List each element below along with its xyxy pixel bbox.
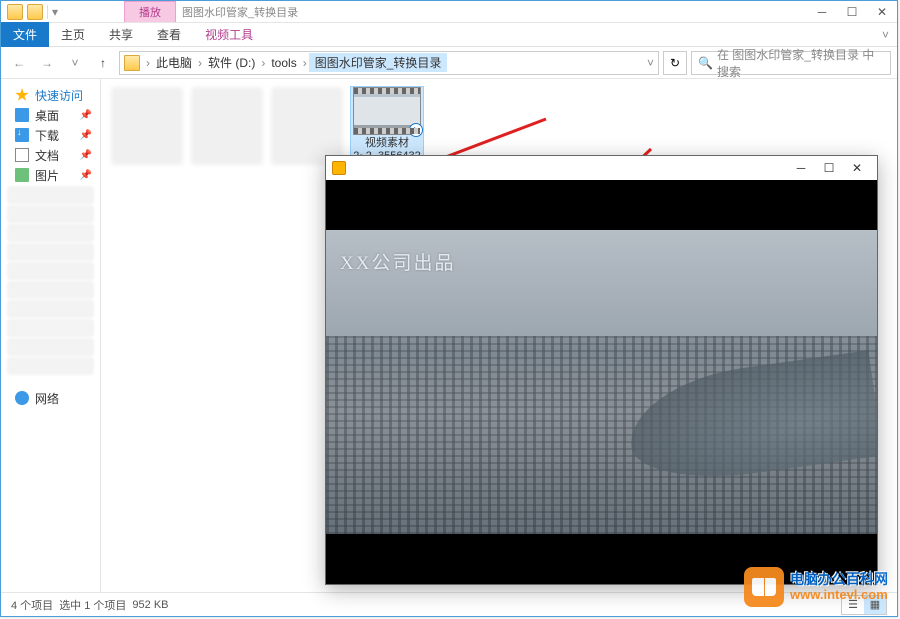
tab-view[interactable]: 查看 (145, 22, 193, 47)
refresh-button[interactable]: ↻ (663, 51, 687, 75)
player-titlebar[interactable]: ─ ☐ ✕ (326, 156, 877, 180)
address-bar-row: ← → ˅ ↑ › 此电脑 › 软件 (D:) › tools › 图图水印管家… (1, 47, 897, 79)
pin-icon: 📌 (80, 170, 92, 181)
tab-video-tools[interactable]: 视频工具 (193, 22, 265, 47)
status-selected: 选中 1 个项目 (59, 597, 126, 613)
quick-access-toolbar: ▾ (1, 4, 64, 20)
maximize-button[interactable]: ☐ (815, 158, 843, 178)
sidebar-label: 文档 (35, 147, 59, 164)
tab-home[interactable]: 主页 (49, 22, 97, 47)
window-title: 图图水印管家_转换目录 (176, 2, 304, 22)
search-placeholder: 在 图图水印管家_转换目录 中搜索 (717, 46, 884, 80)
sidebar-quick-access[interactable]: 快速访问 (1, 85, 100, 105)
breadcrumb-tools[interactable]: tools (267, 56, 300, 70)
desktop-icon (15, 108, 29, 122)
file-tile-blurred[interactable] (271, 87, 343, 165)
video-frame-cityscape (326, 230, 877, 534)
document-icon (15, 148, 29, 162)
sidebar-network[interactable]: 网络 (1, 388, 100, 408)
back-button[interactable]: ← (7, 51, 31, 75)
video-watermark-text: XX公司出品 (340, 248, 455, 275)
sidebar-item-blurred[interactable] (7, 243, 94, 261)
play-context-tab[interactable]: 播放 (124, 1, 176, 22)
forward-button[interactable]: → (35, 51, 59, 75)
pictures-icon (15, 168, 29, 182)
breadcrumb[interactable]: › 此电脑 › 软件 (D:) › tools › 图图水印管家_转换目录 ˅ (119, 51, 659, 75)
sidebar-item-blurred[interactable] (7, 338, 94, 356)
maximize-button[interactable]: ☐ (837, 2, 867, 22)
status-bar: 4 个项目 选中 1 个项目 952 KB ☰ ▦ (1, 592, 897, 616)
sidebar-item-blurred[interactable] (7, 205, 94, 223)
ribbon-expand-icon[interactable]: ˅ (874, 28, 897, 42)
chevron-right-icon[interactable]: › (259, 56, 267, 70)
recent-dropdown-icon[interactable]: ˅ (63, 51, 87, 75)
up-button[interactable]: ↑ (91, 51, 115, 75)
ribbon-tabs: 文件 主页 共享 查看 视频工具 ˅ (1, 23, 897, 47)
player-app-icon (332, 161, 346, 175)
search-icon: 🔍 (698, 56, 713, 70)
breadcrumb-pc[interactable]: 此电脑 (152, 54, 196, 71)
file-tile-blurred[interactable] (191, 87, 263, 165)
network-icon (15, 391, 29, 405)
sidebar-label: 桌面 (35, 107, 59, 124)
minimize-button[interactable]: ─ (787, 158, 815, 178)
thumbnails-view-button[interactable]: ▦ (864, 596, 886, 614)
sidebar-label: 快速访问 (35, 87, 83, 104)
sidebar-item-blurred[interactable] (7, 262, 94, 280)
breadcrumb-current[interactable]: 图图水印管家_转换目录 (309, 53, 448, 72)
folder-icon[interactable] (7, 4, 23, 20)
sidebar-item-blurred[interactable] (7, 357, 94, 375)
window-controls: ─ ☐ ✕ (807, 2, 897, 22)
sidebar-item-blurred[interactable] (7, 319, 94, 337)
sidebar-label: 网络 (35, 390, 59, 407)
search-input[interactable]: 🔍 在 图图水印管家_转换目录 中搜索 (691, 51, 891, 75)
star-icon (15, 88, 29, 102)
pin-icon: 📌 (80, 130, 92, 141)
sidebar-label: 下载 (35, 127, 59, 144)
pin-icon: 📌 (80, 110, 92, 121)
close-button[interactable]: ✕ (843, 158, 871, 178)
sidebar-item-blurred[interactable] (7, 186, 94, 204)
chevron-right-icon[interactable]: › (301, 56, 309, 70)
video-player-window: ─ ☐ ✕ XX公司出品 (325, 155, 878, 585)
status-size: 952 KB (132, 599, 168, 611)
navigation-pane: 快速访问 桌面 📌 下载 📌 文档 📌 图片 📌 (1, 79, 101, 592)
minimize-button[interactable]: ─ (807, 2, 837, 22)
folder-icon (124, 55, 140, 71)
folder-open-icon[interactable] (27, 4, 43, 20)
chevron-right-icon[interactable]: › (144, 56, 152, 70)
sidebar-documents[interactable]: 文档 📌 (1, 145, 100, 165)
video-frame-river (623, 350, 877, 490)
sidebar-item-blurred[interactable] (7, 300, 94, 318)
contextual-tab: 播放 (124, 1, 176, 22)
separator (47, 5, 48, 19)
chevron-right-icon[interactable]: › (196, 56, 204, 70)
sidebar-item-blurred[interactable] (7, 224, 94, 242)
video-viewport[interactable]: XX公司出品 (326, 180, 877, 584)
sidebar-pictures[interactable]: 图片 📌 (1, 165, 100, 185)
sidebar-downloads[interactable]: 下载 📌 (1, 125, 100, 145)
pin-icon: 📌 (80, 150, 92, 161)
titlebar: ▾ 播放 图图水印管家_转换目录 ─ ☐ ✕ (1, 1, 897, 23)
download-icon (15, 128, 29, 142)
details-view-button[interactable]: ☰ (842, 596, 864, 614)
tab-share[interactable]: 共享 (97, 22, 145, 47)
status-item-count: 4 个项目 (11, 597, 53, 613)
sidebar-item-blurred[interactable] (7, 281, 94, 299)
breadcrumb-drive[interactable]: 软件 (D:) (204, 54, 259, 71)
tab-file[interactable]: 文件 (1, 22, 49, 47)
sidebar-label: 图片 (35, 167, 59, 184)
file-tile-blurred[interactable] (111, 87, 183, 165)
sidebar-desktop[interactable]: 桌面 📌 (1, 105, 100, 125)
qat-dropdown-icon[interactable]: ▾ (52, 5, 58, 19)
close-button[interactable]: ✕ (867, 2, 897, 22)
dropdown-icon[interactable]: ˅ (647, 56, 654, 70)
view-mode-toggle: ☰ ▦ (841, 595, 887, 615)
